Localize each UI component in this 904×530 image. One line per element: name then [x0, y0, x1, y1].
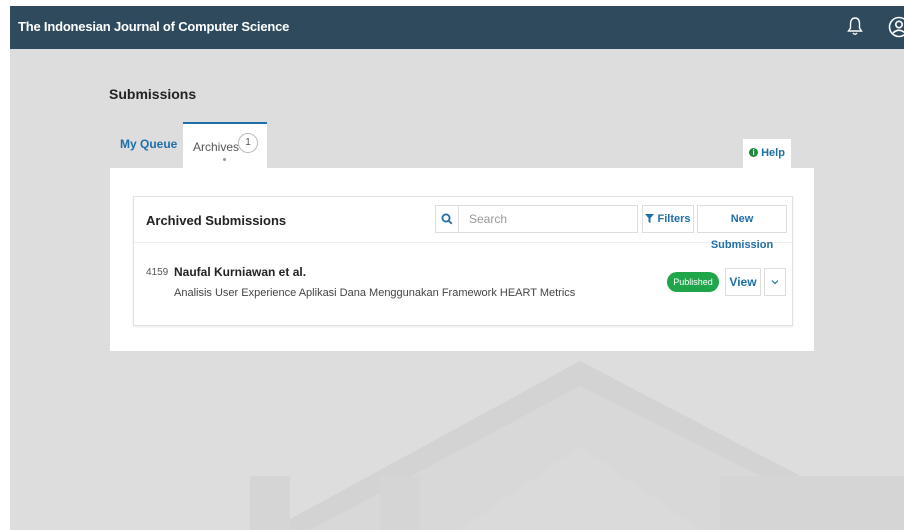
app-canvas: The Indonesian Journal of Computer Scien… — [10, 6, 904, 530]
top-navigation-bar: The Indonesian Journal of Computer Scien… — [10, 6, 904, 49]
help-button[interactable]: i Help — [743, 139, 791, 168]
tab-archives[interactable]: Archives 1 — [183, 122, 267, 168]
status-badge: Published — [667, 272, 719, 292]
info-icon: i — [749, 147, 759, 157]
list-heading: Archived Submissions — [146, 213, 287, 228]
filter-icon — [645, 213, 655, 223]
filters-button[interactable]: Filters — [642, 205, 694, 233]
search-icon[interactable] — [435, 205, 458, 233]
user-icon[interactable] — [888, 16, 904, 38]
expand-button[interactable] — [764, 268, 786, 296]
archived-submissions-list: Archived Submissions Filters New Submiss… — [133, 196, 793, 326]
journal-title[interactable]: The Indonesian Journal of Computer Scien… — [18, 19, 289, 34]
new-submission-button[interactable]: New Submission — [697, 205, 787, 251]
search-input[interactable] — [458, 205, 638, 233]
submission-authors: Naufal Kurniawan et al. — [174, 265, 307, 279]
page-title: Submissions — [109, 86, 197, 102]
active-tab-dot — [223, 158, 226, 161]
archives-panel: Archived Submissions Filters New Submiss… — [110, 168, 814, 351]
chevron-down-icon — [771, 280, 779, 285]
submission-title: Analisis User Experience Aplikasi Dana M… — [174, 287, 576, 299]
tab-archives-label: Archives — [193, 140, 240, 154]
help-label: Help — [761, 147, 785, 159]
filters-label: Filters — [657, 213, 691, 225]
bell-icon[interactable] — [847, 16, 863, 36]
list-header: Archived Submissions Filters New Submiss… — [134, 197, 792, 251]
archives-count-badge: 1 — [238, 133, 258, 153]
view-button[interactable]: View — [725, 268, 761, 296]
tab-my-queue[interactable]: My Queue — [120, 137, 177, 151]
submission-id: 4159 — [146, 267, 169, 278]
